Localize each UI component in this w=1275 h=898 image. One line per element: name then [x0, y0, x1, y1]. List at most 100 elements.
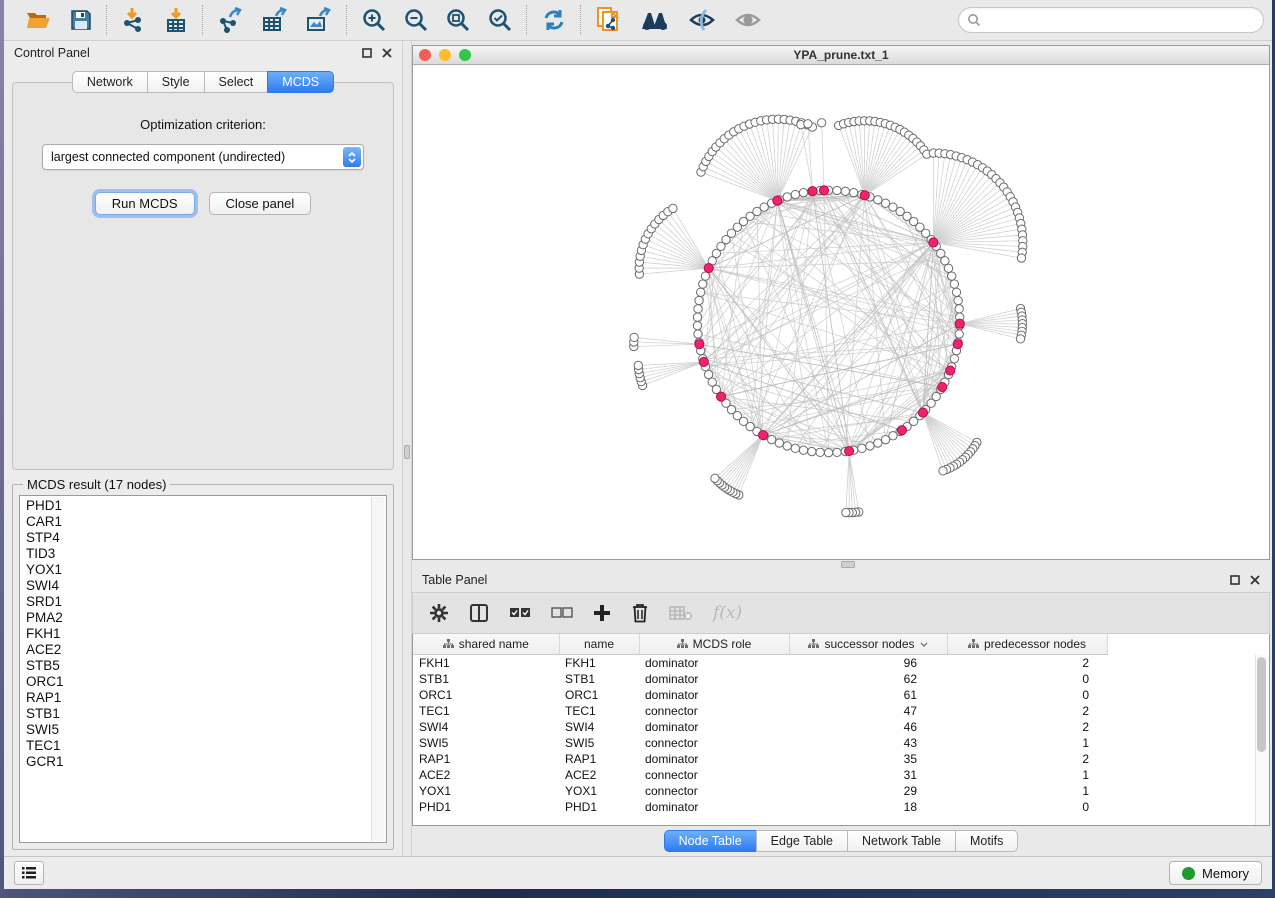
task-history-button[interactable] [14, 861, 44, 885]
first-neighbors-button[interactable] [638, 7, 672, 33]
list-item[interactable]: SWI5 [26, 722, 386, 738]
refresh-button[interactable] [540, 6, 568, 34]
export-image-button[interactable] [304, 5, 334, 35]
delete-column-button[interactable] [629, 601, 651, 625]
zoom-out-button[interactable] [402, 6, 430, 34]
create-column-button[interactable] [591, 602, 613, 624]
tab-style[interactable]: Style [147, 71, 204, 93]
cell: 46 [789, 719, 947, 735]
float-panel-icon[interactable] [1230, 575, 1240, 585]
run-mcds-button[interactable]: Run MCDS [95, 192, 195, 215]
select-all-columns-button[interactable] [507, 604, 533, 622]
export-table-button[interactable] [260, 5, 290, 35]
tab-edge-table[interactable]: Edge Table [756, 830, 847, 852]
cell: dominator [639, 799, 789, 815]
table-row[interactable]: ACE2ACE2connector311 [413, 767, 1235, 783]
cell: TEC1 [559, 703, 639, 719]
deselect-all-columns-button[interactable] [549, 604, 575, 622]
list-item[interactable]: YOX1 [26, 562, 386, 578]
cell: 96 [789, 655, 947, 672]
list-item[interactable]: RAP1 [26, 690, 386, 706]
list-item[interactable]: TEC1 [26, 738, 386, 754]
mcds-result-list[interactable]: PHD1CAR1STP4TID3YOX1SWI4SRD1PMA2FKH1ACE2… [19, 495, 387, 843]
table-row[interactable]: ORC1ORC1dominator610 [413, 687, 1235, 703]
horizontal-splitter[interactable] [412, 560, 1270, 568]
table-row[interactable]: YOX1YOX1connector291 [413, 783, 1235, 799]
show-column-panel-button[interactable] [467, 601, 491, 625]
hide-selected-button[interactable] [686, 6, 718, 34]
delete-table-icon [669, 605, 693, 621]
list-item[interactable]: PHD1 [26, 498, 386, 514]
list-item[interactable]: FKH1 [26, 626, 386, 642]
list-item[interactable]: PMA2 [26, 610, 386, 626]
list-item[interactable]: TID3 [26, 546, 386, 562]
list-scrollbar-track[interactable] [371, 497, 385, 841]
app-window: Control Panel NetworkStyleSelectMCDS Opt… [4, 0, 1272, 889]
list-item[interactable]: SWI4 [26, 578, 386, 594]
tab-select[interactable]: Select [204, 71, 268, 93]
column-header-successor-nodes[interactable]: successor nodes [789, 634, 947, 655]
function-builder-button[interactable]: f(x) [711, 601, 744, 625]
criterion-select[interactable]: largest connected component (undirected) [42, 144, 364, 170]
list-item[interactable]: SRD1 [26, 594, 386, 610]
tab-motifs[interactable]: Motifs [955, 830, 1018, 852]
close-panel-button[interactable]: Close panel [209, 192, 312, 215]
table-row[interactable]: FKH1FKH1dominator962 [413, 655, 1235, 672]
table-row[interactable]: PHD1PHD1dominator180 [413, 799, 1235, 815]
network-view-window: YPA_prune.txt_1 [412, 45, 1270, 560]
close-panel-icon[interactable] [382, 48, 392, 58]
table-row[interactable]: STB1STB1dominator620 [413, 671, 1235, 687]
zoom-in-button[interactable] [360, 6, 388, 34]
minimize-window-icon[interactable] [439, 49, 451, 61]
cell: 2 [947, 703, 1107, 719]
list-item[interactable]: GCR1 [26, 754, 386, 770]
close-window-icon[interactable] [419, 49, 431, 61]
search-input[interactable] [985, 12, 1255, 28]
memory-button[interactable]: Memory [1169, 861, 1262, 885]
vertical-splitter[interactable] [402, 41, 412, 856]
table-scrollbar-thumb[interactable] [1257, 657, 1266, 752]
tab-network[interactable]: Network [72, 71, 147, 93]
save-button[interactable] [68, 7, 94, 33]
trash-icon [631, 603, 649, 623]
zoom-fit-button[interactable] [444, 6, 472, 34]
column-header-MCDS-role[interactable]: MCDS role [639, 634, 789, 655]
list-item[interactable]: STB1 [26, 706, 386, 722]
table-row[interactable]: SWI5SWI5connector431 [413, 735, 1235, 751]
column-header-name[interactable]: name [559, 634, 639, 655]
network-canvas[interactable] [413, 65, 1269, 559]
splitter-handle[interactable] [841, 561, 855, 568]
network-graph[interactable] [413, 65, 1269, 559]
list-item[interactable]: STP4 [26, 530, 386, 546]
table-row[interactable]: SWI4SWI4dominator462 [413, 719, 1235, 735]
show-all-button[interactable] [732, 7, 764, 33]
zoom-selected-button[interactable] [486, 6, 514, 34]
tab-mcds[interactable]: MCDS [267, 71, 334, 93]
import-network-icon [122, 7, 146, 33]
open-file-button[interactable] [24, 7, 54, 33]
delete-table-button[interactable] [667, 603, 695, 623]
list-item[interactable]: STB5 [26, 658, 386, 674]
list-item[interactable]: ACE2 [26, 642, 386, 658]
list-item[interactable]: CAR1 [26, 514, 386, 530]
tab-network-table[interactable]: Network Table [847, 830, 955, 852]
clone-network-button[interactable] [594, 4, 624, 36]
export-network-button[interactable] [216, 5, 246, 35]
column-header-shared-name[interactable]: shared name [413, 634, 559, 655]
float-panel-icon[interactable] [362, 48, 372, 58]
cell: STB1 [559, 671, 639, 687]
memory-label: Memory [1202, 866, 1249, 881]
maximize-window-icon[interactable] [459, 49, 471, 61]
tab-node-table[interactable]: Node Table [664, 830, 756, 852]
table-scrollbar-track[interactable] [1255, 655, 1269, 825]
import-network-button[interactable] [120, 5, 148, 35]
table-row[interactable]: RAP1RAP1dominator352 [413, 751, 1235, 767]
gear-icon [429, 603, 449, 623]
table-settings-button[interactable] [427, 601, 451, 625]
column-header-predecessor-nodes[interactable]: predecessor nodes [947, 634, 1107, 655]
close-panel-icon[interactable] [1250, 575, 1260, 585]
splitter-handle[interactable] [404, 445, 410, 459]
import-table-button[interactable] [162, 5, 190, 35]
list-item[interactable]: ORC1 [26, 674, 386, 690]
table-row[interactable]: TEC1TEC1connector472 [413, 703, 1235, 719]
